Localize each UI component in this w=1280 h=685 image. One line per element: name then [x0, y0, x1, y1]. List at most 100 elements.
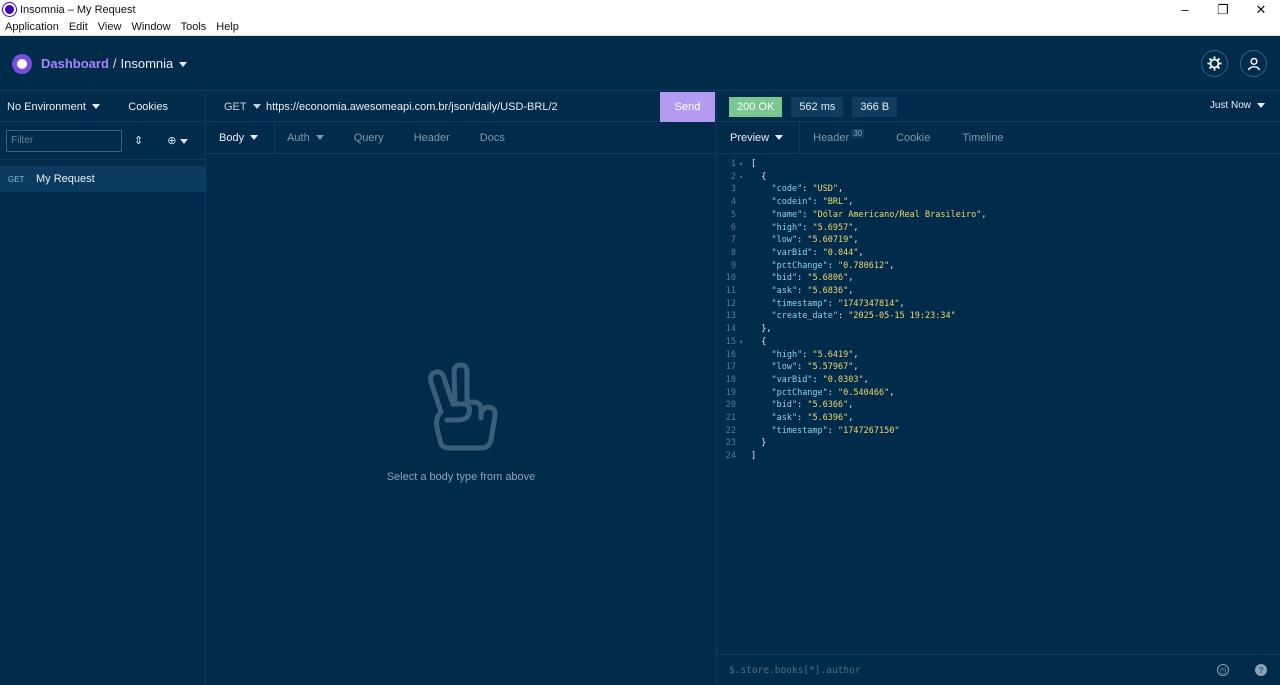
window-title: Insomnia – My Request — [20, 3, 136, 16]
account-button[interactable] — [1240, 50, 1267, 77]
tab-auth[interactable]: Auth — [275, 122, 336, 154]
empty-body-state: Select a body type from above — [207, 362, 715, 483]
json-string: "Dólar Americano/Real Brasileiro" — [812, 209, 982, 220]
chevron-down-icon — [1257, 102, 1265, 108]
json-comma: , — [838, 184, 844, 195]
json-key: "timestamp" — [771, 298, 828, 309]
code-line: 22 "timestamp": "1747267150" — [717, 425, 1280, 438]
sort-icon[interactable]: ⇕ — [134, 134, 143, 147]
menu-window[interactable]: Window — [126, 21, 175, 33]
code-line: 8 "varBid": "0.044", — [717, 247, 1280, 260]
sidebar-filter-input[interactable] — [6, 129, 122, 152]
breadcrumb-dashboard[interactable]: Dashboard — [41, 56, 109, 71]
json-key: "bid" — [771, 273, 798, 284]
json-key: "name" — [771, 209, 803, 220]
fold-arrow-icon — [739, 183, 751, 196]
code-line: 24] — [717, 450, 1280, 463]
line-number: 21 — [725, 413, 736, 424]
json-string: "0.044" — [822, 247, 859, 258]
minimize-button[interactable]: – — [1166, 0, 1204, 19]
fold-arrow-icon — [739, 196, 751, 209]
menu-help[interactable]: Help — [211, 21, 244, 33]
url-input[interactable]: https://economia.awesomeapi.com.br/json/… — [266, 101, 660, 113]
jsonpath-filter-input[interactable]: $.store.books[*].author — [729, 665, 1217, 676]
insomnia-logo-icon[interactable] — [12, 53, 32, 74]
history-clock-icon[interactable]: ◷ — [1217, 664, 1229, 676]
code-line: 16 "high": "5.6419", — [717, 349, 1280, 362]
menu-edit[interactable]: Edit — [64, 21, 93, 33]
json-colon: : — [797, 362, 808, 373]
json-string: "0.540466" — [838, 387, 890, 398]
cookies-button[interactable]: Cookies — [128, 101, 168, 113]
line-number: 16 — [725, 349, 736, 360]
json-comma: , — [853, 235, 859, 246]
close-button[interactable]: ✕ — [1242, 0, 1280, 19]
json-key: "high" — [771, 349, 803, 360]
json-comma: , — [848, 413, 854, 424]
json-bracket: } — [761, 438, 767, 449]
environment-dropdown[interactable]: No Environment — [7, 101, 100, 113]
response-filter-bar: $.store.books[*].author ◷ ? — [717, 654, 1280, 685]
peace-hand-icon — [428, 362, 498, 451]
add-request-button[interactable]: ⊕ — [167, 134, 188, 147]
tab-cookie[interactable]: Cookie — [883, 122, 943, 154]
sidebar-item-my-request[interactable]: GET My Request — [0, 166, 205, 192]
tab-body-label: Body — [219, 131, 245, 144]
fold-arrow-icon[interactable]: ▾ — [739, 171, 751, 184]
help-icon[interactable]: ? — [1255, 664, 1267, 676]
json-comma: , — [853, 362, 859, 373]
response-size-badge: 366 B — [852, 96, 898, 117]
menu-application[interactable]: Application — [0, 21, 64, 33]
workspace-dropdown[interactable]: Insomnia — [121, 56, 188, 71]
tab-docs[interactable]: Docs — [468, 122, 517, 154]
json-colon: : — [812, 197, 823, 208]
response-json-viewer[interactable]: 1 ▾[2 ▾ {3 "code": "USD", 4 "codein": "BRL"… — [717, 158, 1280, 463]
line-number: 17 — [725, 362, 736, 373]
code-line: 2 ▾ { — [717, 171, 1280, 184]
json-string: "5.57967" — [807, 362, 854, 373]
code-line: 4 "codein": "BRL", — [717, 196, 1280, 209]
code-line: 6 "high": "5.6957", — [717, 222, 1280, 235]
response-history-dropdown[interactable]: Just Now — [1210, 100, 1265, 111]
tab-response-header[interactable]: Header 30 — [800, 122, 877, 154]
menu-tools[interactable]: Tools — [176, 21, 212, 33]
json-colon: : — [797, 235, 808, 246]
json-comma: , — [981, 209, 987, 220]
gear-icon — [1207, 56, 1222, 71]
tab-preview[interactable]: Preview — [717, 121, 801, 154]
response-time-label: Just Now — [1209, 100, 1251, 111]
breadcrumb-separator: / — [112, 56, 117, 71]
fold-arrow-icon[interactable]: ▾ — [739, 336, 751, 349]
user-icon — [1247, 57, 1260, 70]
json-key: "varBid" — [771, 247, 813, 258]
line-number: 8 — [730, 247, 736, 258]
json-string: "5.6419" — [812, 349, 854, 360]
environment-row: No Environment Cookies — [0, 92, 205, 122]
maximize-button[interactable]: ❐ — [1204, 0, 1242, 19]
code-line: 12 "timestamp": "1747347814", — [717, 298, 1280, 311]
json-string: "5.6957" — [812, 222, 854, 233]
fold-arrow-icon — [739, 361, 751, 374]
json-key: "ask" — [771, 286, 798, 297]
json-key: "timestamp" — [771, 425, 828, 436]
method-dropdown[interactable]: GET — [224, 101, 266, 113]
response-status-bar: 200 OK 562 ms 366 B Just Now — [717, 92, 1280, 122]
code-line: 13 "create_date": "2025-05-15 19:23:34" — [717, 310, 1280, 323]
tab-query[interactable]: Query — [342, 122, 396, 154]
tab-body[interactable]: Body — [207, 121, 276, 154]
tab-timeline[interactable]: Timeline — [949, 122, 1016, 154]
settings-button[interactable] — [1201, 50, 1228, 77]
menu-view[interactable]: View — [93, 21, 127, 33]
tab-header[interactable]: Header — [402, 122, 462, 154]
fold-arrow-icon[interactable]: ▾ — [739, 158, 751, 171]
send-button[interactable]: Send — [660, 91, 715, 122]
line-number: 12 — [725, 298, 736, 309]
